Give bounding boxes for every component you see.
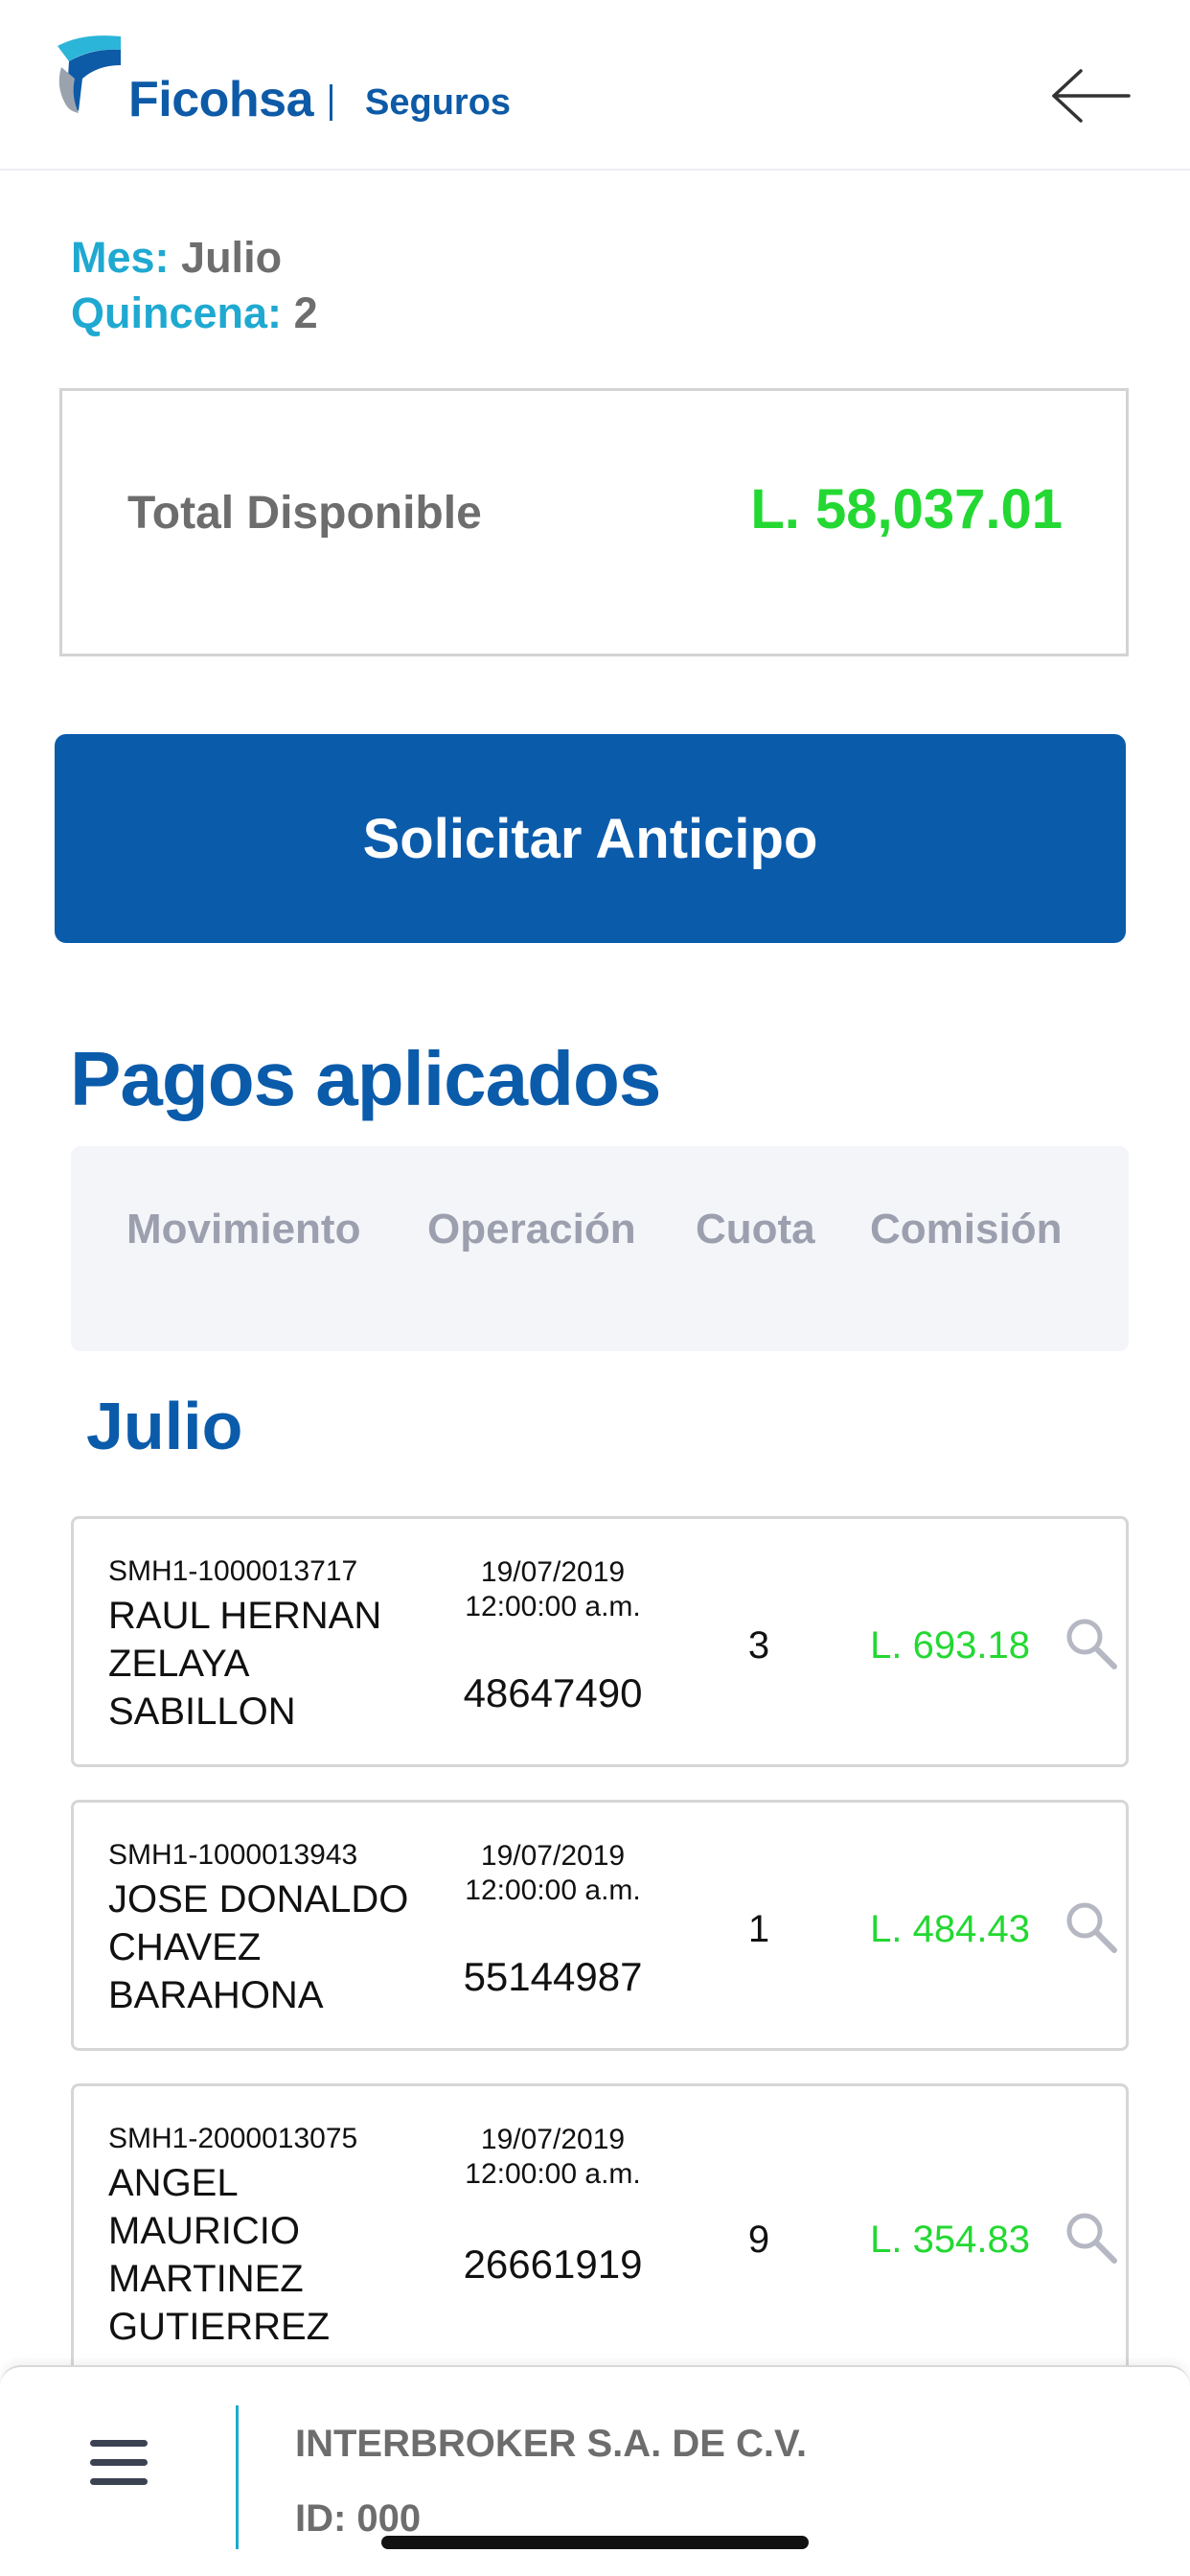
- app-screen: Ficohsa Seguros Mes: Julio Quincena: 2 T…: [0, 0, 1190, 2576]
- month-label: Mes:: [71, 233, 170, 282]
- fortnight-value: 2: [293, 288, 318, 337]
- payment-cuota: 1: [747, 1908, 770, 1950]
- magnifier-icon[interactable]: [1063, 2209, 1118, 2265]
- brand-subname: Seguros: [365, 82, 512, 123]
- total-available-card: Total Disponible L. 58,037.01: [59, 388, 1129, 656]
- payment-row[interactable]: SMH1-1000013943 JOSE DONALDO CHAVEZ BARA…: [71, 1800, 1129, 2051]
- magnifier-icon[interactable]: [1063, 1898, 1118, 1954]
- payments-column-header: Movimiento Operación Cuota Comisión: [71, 1146, 1129, 1351]
- payments-title: Pagos aplicados: [70, 1036, 661, 1121]
- menu-button[interactable]: [86, 2434, 153, 2492]
- back-button[interactable]: [1050, 67, 1133, 125]
- payment-row[interactable]: SMH1-1000013717 RAUL HERNAN ZELAYA SABIL…: [71, 1516, 1129, 1767]
- payment-date: 19/07/2019 12:00:00 a.m.: [447, 1555, 658, 1624]
- column-header-movimiento: Movimiento: [126, 1206, 361, 1253]
- period-info: Mes: Julio Quincena: 2: [71, 230, 318, 341]
- payment-cuota: 9: [747, 2219, 770, 2261]
- payment-cuota: 3: [747, 1624, 770, 1667]
- payment-commission: L. 354.83: [870, 2219, 1030, 2261]
- logo-separator: [330, 84, 332, 121]
- total-available-amount: L. 58,037.01: [750, 478, 1063, 540]
- payment-date-time: 12:00:00 a.m.: [465, 1874, 641, 1906]
- payment-code: SMH1-1000013717: [108, 1555, 358, 1587]
- column-header-operacion: Operación: [427, 1206, 636, 1253]
- payment-operation: 48647490: [463, 1670, 643, 1715]
- request-advance-button[interactable]: Solicitar Anticipo: [55, 734, 1126, 943]
- magnifier-icon[interactable]: [1063, 1615, 1118, 1670]
- payment-date-time: 12:00:00 a.m.: [465, 2158, 641, 2190]
- fortnight-line: Quincena: 2: [71, 286, 318, 341]
- arrow-left-icon: [1052, 69, 1131, 123]
- payments-month-title: Julio: [86, 1389, 243, 1463]
- home-indicator[interactable]: [381, 2536, 809, 2549]
- app-header: Ficohsa Seguros: [0, 0, 1190, 171]
- company-id: ID: 000: [295, 2497, 422, 2540]
- payment-operation: 26661919: [463, 2242, 643, 2287]
- fortnight-label: Quincena:: [71, 288, 283, 337]
- payment-date-day: 19/07/2019: [480, 2124, 626, 2155]
- payment-code: SMH1-2000013075: [108, 2123, 358, 2154]
- payment-commission: L. 693.18: [870, 1624, 1030, 1667]
- brand-name: Ficohsa: [128, 72, 314, 127]
- payment-date: 19/07/2019 12:00:00 a.m.: [447, 2123, 658, 2192]
- ficohsa-logo: Ficohsa Seguros: [54, 29, 514, 134]
- hamburger-menu-icon: [90, 2440, 148, 2485]
- payment-commission: L. 484.43: [870, 1908, 1030, 1950]
- payment-client-name: JOSE DONALDO CHAVEZ BARAHONA: [108, 1878, 409, 2016]
- column-header-cuota: Cuota: [696, 1206, 815, 1253]
- payment-operation: 55144987: [463, 1954, 643, 1999]
- ficohsa-logo-mark-icon: [57, 35, 121, 113]
- payment-row[interactable]: SMH1-2000013075 ANGEL MAURICIO MARTINEZ …: [71, 2083, 1129, 2390]
- payment-date: 19/07/2019 12:00:00 a.m.: [447, 1839, 658, 1908]
- payment-client-name: ANGEL MAURICIO MARTINEZ GUTIERREZ: [108, 2162, 331, 2348]
- payment-client-name: RAUL HERNAN ZELAYA SABILLON: [108, 1595, 382, 1733]
- total-available-label: Total Disponible: [127, 488, 482, 539]
- bottom-bar-divider: [236, 2405, 239, 2549]
- payment-date-time: 12:00:00 a.m.: [465, 1591, 641, 1622]
- company-name: INTERBROKER S.A. DE C.V.: [295, 2423, 808, 2465]
- month-line: Mes: Julio: [71, 230, 318, 286]
- column-header-comision: Comisión: [870, 1206, 1063, 1253]
- month-value: Julio: [181, 233, 283, 282]
- payment-date-day: 19/07/2019: [480, 1840, 626, 1872]
- payment-date-day: 19/07/2019: [480, 1556, 626, 1588]
- payment-code: SMH1-1000013943: [108, 1839, 358, 1871]
